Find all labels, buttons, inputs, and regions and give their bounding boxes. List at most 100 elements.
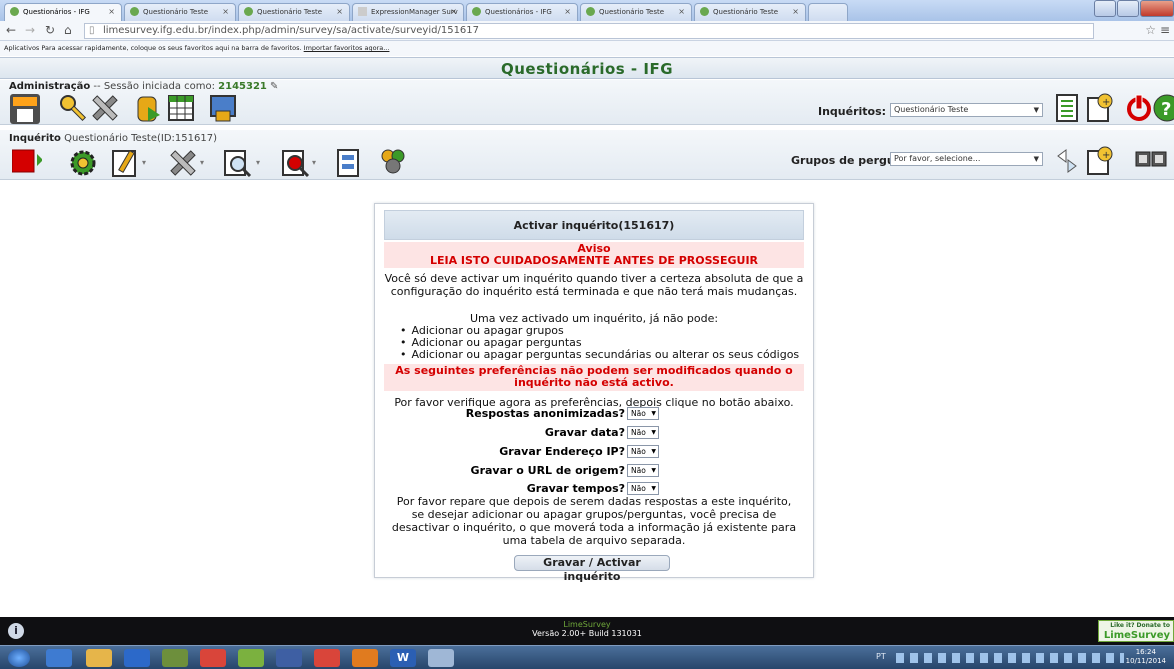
deactivation-note: Por favor repare que depois de serem dad… (391, 495, 797, 547)
close-tab-icon[interactable]: × (792, 4, 799, 20)
page-icon: ▯ (89, 25, 95, 36)
outlook-icon[interactable] (124, 649, 150, 667)
save-ip-select[interactable]: Não ▼ (627, 445, 659, 458)
explorer-icon[interactable] (86, 649, 112, 667)
url-input[interactable]: ▯ limesurvey.ifg.edu.br/index.php/admin/s… (84, 23, 1094, 39)
browser-tab[interactable]: Questionário Teste × (580, 3, 692, 21)
chevron-down-icon[interactable]: ▾ (200, 158, 204, 167)
maximize-button[interactable] (1117, 0, 1139, 17)
logout-power-icon[interactable] (1124, 93, 1154, 123)
close-tab-icon[interactable]: × (678, 4, 685, 20)
field-row-date: Gravar data? Não ▼ (375, 425, 815, 441)
browser-tab-bar: Questionários - IFG × Questionário Teste ×… (0, 0, 1174, 21)
svg-text:?: ? (1161, 99, 1171, 120)
svg-text:+: + (1102, 97, 1110, 108)
forward-arrow-icon[interactable]: → (25, 23, 35, 37)
chevron-down-icon[interactable]: ▾ (312, 158, 316, 167)
app-title: Questionários - IFG (0, 57, 1174, 79)
firefox-icon[interactable] (352, 649, 378, 667)
close-tab-icon[interactable]: × (450, 4, 457, 20)
browser-tab[interactable]: Questionários - IFG × (466, 3, 578, 21)
save-timings-select[interactable]: Não ▼ (627, 482, 659, 495)
limesurvey-favicon-icon (130, 7, 139, 16)
browser-tab[interactable]: Questionários - IFG × (4, 3, 122, 21)
save-activate-button[interactable]: Gravar / Activar inquérito (514, 555, 670, 583)
survey-tools-icon[interactable] (168, 148, 198, 178)
field-row-referrer: Gravar o URL de origem? Não ▼ (375, 463, 815, 479)
browser-tab[interactable]: ExpressionManager Surv × (352, 3, 464, 21)
tools-icon[interactable] (90, 93, 120, 123)
save-referrer-select[interactable]: Não ▼ (627, 464, 659, 477)
survey-list-icon[interactable] (1052, 93, 1082, 123)
edit-survey-icon[interactable] (110, 148, 140, 178)
close-tab-icon[interactable]: × (564, 4, 571, 20)
limesurvey-favicon-icon (586, 7, 595, 16)
add-survey-icon[interactable]: + (1084, 93, 1114, 123)
add-group-icon[interactable]: + (1084, 146, 1114, 176)
start-button[interactable] (8, 649, 30, 667)
info-icon[interactable]: i (8, 623, 24, 639)
help-icon[interactable]: ? (1152, 93, 1174, 123)
browser-tab[interactable]: Questionário Teste × (124, 3, 236, 21)
minimize-button[interactable] (1094, 0, 1116, 17)
field-row-anonymized: Respostas anonimizadas? Não ▼ (375, 406, 815, 422)
survey-toolbar: Inquérito Questionário Teste(ID:151617) … (0, 130, 1174, 180)
preferences-warning: As seguintes preferências não podem ser … (384, 364, 804, 391)
footer-version: Versão 2.00+ Build 131031 (532, 629, 642, 638)
new-tab-button[interactable] (808, 3, 848, 21)
page-favicon-icon (358, 7, 367, 16)
system-tray-icons[interactable] (896, 653, 1124, 663)
key-icon[interactable] (58, 93, 88, 123)
close-tab-icon[interactable]: × (222, 4, 229, 20)
panel-heading: Activar inquérito(151617) (384, 210, 804, 240)
field-row-ip: Gravar Endereço IP? Não ▼ (375, 444, 815, 460)
warning-subtitle: LEIA ISTO CUIDADOSAMENTE ANTES DE PROSSE… (429, 254, 759, 267)
gear-icon[interactable] (68, 148, 98, 178)
export-screen-icon[interactable] (208, 93, 238, 123)
anonymized-select[interactable]: Não ▼ (627, 407, 659, 420)
chrome-icon[interactable] (314, 649, 340, 667)
star-bookmark-icon[interactable]: ☆ (1145, 23, 1156, 37)
menu-icon[interactable]: ≡ (1160, 23, 1170, 37)
table-grid-icon[interactable] (166, 93, 196, 123)
chevron-down-icon[interactable]: ▾ (142, 158, 146, 167)
donate-badge[interactable]: Like it? Donate to LimeSurvey (1098, 620, 1174, 642)
app-icon[interactable] (238, 649, 264, 667)
question-groups-select[interactable]: Por favor, selecione... ▼ (890, 152, 1043, 166)
navigate-groups-icon[interactable] (1052, 146, 1082, 176)
app-icon[interactable] (162, 649, 188, 667)
database-icon[interactable] (134, 93, 164, 123)
app-icon[interactable] (276, 649, 302, 667)
back-arrow-icon[interactable]: ← (6, 23, 16, 37)
participants-icon[interactable] (378, 146, 408, 176)
chrome-icon[interactable] (200, 649, 226, 667)
word-icon[interactable]: W (390, 649, 416, 667)
admin-toolbar: Administração -- Sessão iniciada como: 2… (0, 80, 1174, 125)
browser-tab[interactable]: Questionário Teste × (238, 3, 350, 21)
chevron-down-icon[interactable]: ▾ (256, 158, 260, 167)
footer-brand: LimeSurvey (563, 620, 611, 629)
survey-logic-icon[interactable] (334, 148, 364, 178)
home-icon[interactable]: ⌂ (64, 23, 72, 37)
home-icon[interactable] (10, 94, 40, 124)
close-tab-icon[interactable]: × (108, 4, 115, 20)
app-icon[interactable] (428, 649, 454, 667)
svg-text:+: + (1102, 150, 1110, 161)
inspect-survey-icon[interactable] (280, 148, 310, 178)
surveys-select[interactable]: Questionário Teste ▼ (890, 103, 1043, 117)
activate-survey-icon[interactable] (11, 148, 43, 178)
close-tab-icon[interactable]: × (336, 4, 343, 20)
language-indicator[interactable]: PT (876, 652, 886, 661)
preview-survey-icon[interactable] (222, 148, 252, 178)
reload-icon[interactable]: ↻ (45, 23, 55, 37)
ie-icon[interactable] (46, 649, 72, 667)
close-window-button[interactable] (1140, 0, 1174, 17)
browser-tab[interactable]: Questionário Teste × (694, 3, 806, 21)
group-reorder-icon[interactable] (1134, 146, 1167, 176)
warning-box: Aviso LEIA ISTO CUIDADOSAMENTE ANTES DE … (384, 242, 804, 268)
list-item: Adicionar ou apagar perguntas secundária… (400, 349, 800, 361)
import-bookmarks-link[interactable]: Importar favoritos agora... (304, 44, 390, 52)
clock[interactable]: 16:24 10/11/2014 (1126, 648, 1166, 666)
intro-text: Você só deve activar um inquérito quando… (384, 272, 804, 298)
save-date-select[interactable]: Não ▼ (627, 426, 659, 439)
